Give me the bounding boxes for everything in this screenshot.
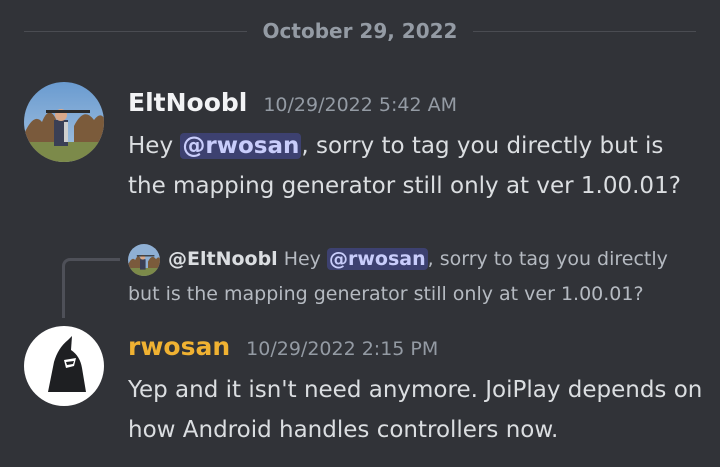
- divider-line-left: [24, 30, 247, 32]
- username-eltnoobl[interactable]: EltNoobl: [128, 88, 247, 117]
- message-text-pre: Hey: [128, 133, 181, 159]
- message-header: rwosan 10/29/2022 2:15 PM: [128, 332, 438, 368]
- mention-rwosan[interactable]: @rwosan: [180, 133, 302, 159]
- avatar-rwosan[interactable]: [24, 326, 104, 406]
- avatar-eltnoobl[interactable]: [24, 82, 104, 162]
- message-content: Hey @rwosan, sorry to tag you directly b…: [128, 126, 708, 206]
- divider-line-right: [473, 30, 697, 32]
- reply-text-pre: Hey: [283, 248, 327, 270]
- reply-mention-rwosan[interactable]: @rwosan: [326, 248, 428, 270]
- message-timestamp: 10/29/2022 5:42 AM: [263, 94, 457, 116]
- date-divider-label: October 29, 2022: [262, 19, 458, 43]
- avatar-photo-icon: [24, 82, 104, 162]
- date-divider: October 29, 2022: [24, 14, 697, 48]
- message-header: EltNoobl 10/29/2022 5:42 AM: [128, 88, 457, 124]
- reply-preview[interactable]: @EltNoobl Hey @rwosan, sorry to tag you d…: [128, 242, 698, 312]
- message-timestamp: 10/29/2022 2:15 PM: [246, 338, 439, 360]
- reply-spine: [62, 258, 120, 318]
- message-content: Yep and it isn't need anymore. JoiPlay d…: [128, 377, 703, 443]
- hooded-figure-icon: [24, 326, 104, 406]
- username-rwosan[interactable]: rwosan: [128, 332, 230, 361]
- reply-author[interactable]: @EltNoobl: [168, 248, 278, 270]
